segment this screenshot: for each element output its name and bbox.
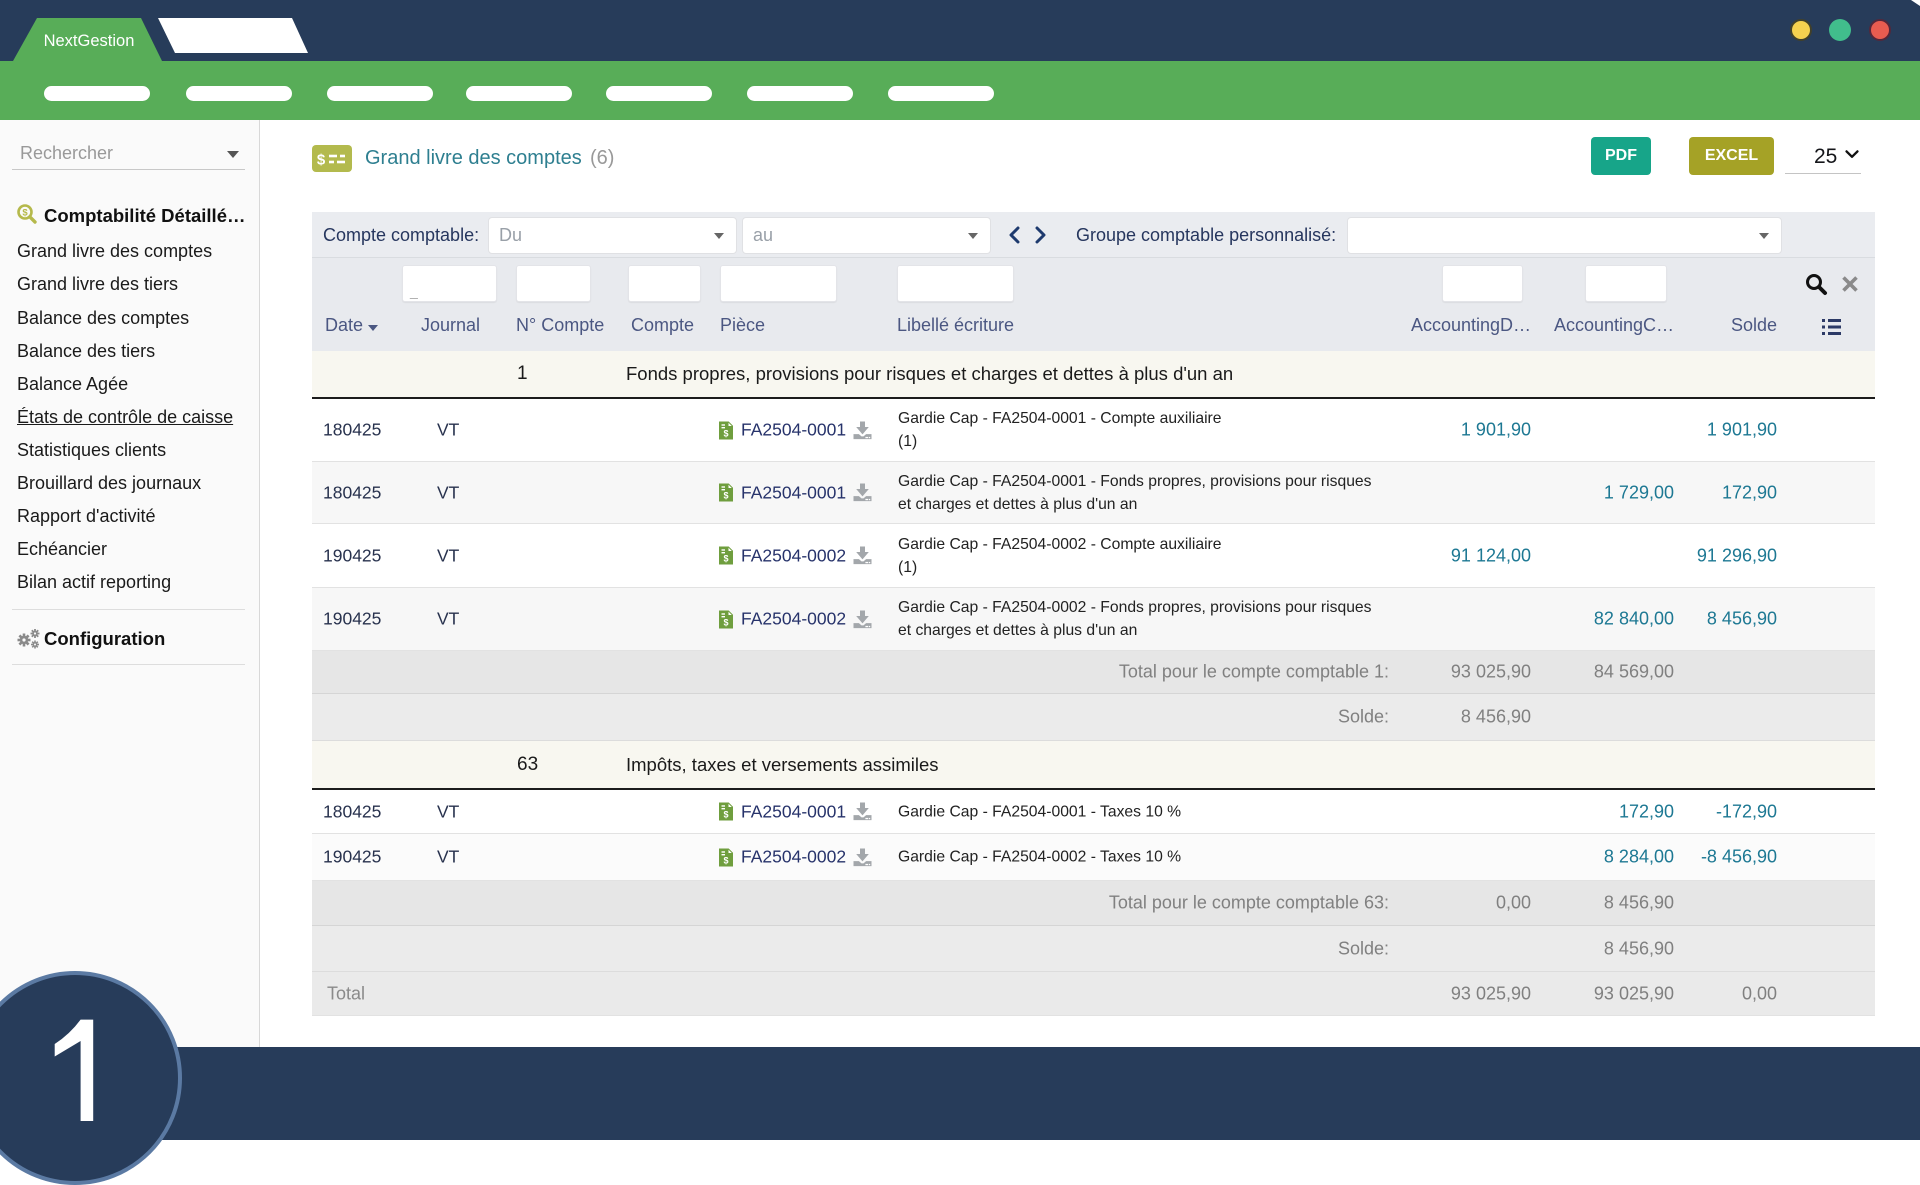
svg-text:$: $ <box>723 809 728 819</box>
svg-text:$: $ <box>317 152 326 169</box>
svg-text:$: $ <box>723 490 728 500</box>
svg-text:$: $ <box>723 855 728 865</box>
svg-text:$: $ <box>723 553 728 563</box>
svg-text:$: $ <box>22 208 28 219</box>
svg-text:$: $ <box>723 428 728 438</box>
svg-text:$: $ <box>723 617 728 627</box>
